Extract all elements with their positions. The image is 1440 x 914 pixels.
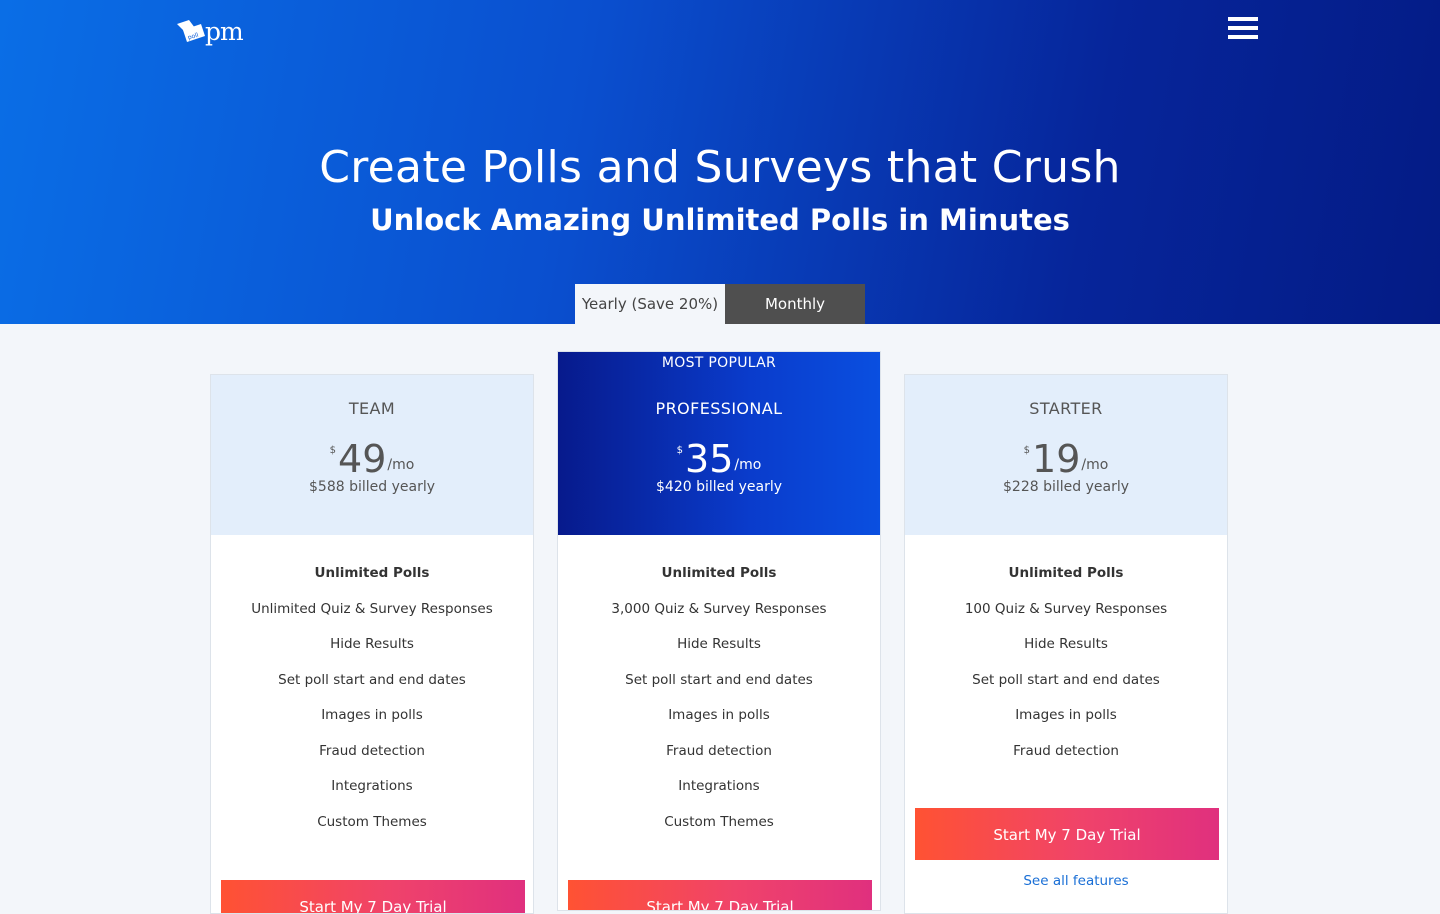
billing-yearly-option[interactable]: Yearly (Save 20%): [575, 284, 725, 324]
plan-header: STARTER $ 19 /mo $228 billed yearly: [905, 375, 1227, 535]
hero-section: poll pm Create Polls and Surveys that Cr…: [0, 0, 1440, 324]
price-period: /mo: [387, 457, 415, 473]
see-all-features-link[interactable]: See all features: [905, 873, 1227, 889]
feature-item: Fraud detection: [319, 742, 425, 759]
feature-item: Unlimited Quiz & Survey Responses: [251, 600, 493, 617]
billed-yearly-text: $588 billed yearly: [309, 479, 435, 495]
plan-name: STARTER: [1029, 399, 1103, 418]
feature-item: Unlimited Polls: [314, 565, 430, 581]
feature-item: Integrations: [331, 778, 413, 794]
price-amount: 19: [1032, 437, 1081, 481]
start-trial-button[interactable]: Start My 7 Day Trial: [221, 880, 525, 913]
feature-item: Unlimited Polls: [1008, 565, 1124, 581]
plan-header: MOST POPULAR PROFESSIONAL $ 35 /mo $420 …: [558, 352, 880, 535]
feature-item: Set poll start and end dates: [278, 671, 466, 688]
feature-list: Unlimited Polls 3,000 Quiz & Survey Resp…: [558, 563, 880, 847]
plan-card-team: TEAM $ 49 /mo $588 billed yearly Unlimit…: [210, 374, 534, 914]
feature-item: Hide Results: [330, 636, 414, 652]
start-trial-button[interactable]: Start My 7 Day Trial: [915, 808, 1219, 860]
feature-item: Fraud detection: [666, 742, 772, 759]
billing-toggle: Yearly (Save 20%) Monthly: [575, 284, 865, 324]
plan-card-professional: MOST POPULAR PROFESSIONAL $ 35 /mo $420 …: [557, 351, 881, 911]
price-currency: $: [1023, 445, 1031, 456]
logo-text: pm: [205, 17, 244, 46]
feature-item: Integrations: [678, 778, 760, 794]
feature-item: Images in polls: [1015, 707, 1117, 723]
hero-subtitle: Unlock Amazing Unlimited Polls in Minute…: [370, 203, 1070, 237]
billed-yearly-text: $420 billed yearly: [656, 479, 782, 495]
feature-item: Fraud detection: [1013, 742, 1119, 759]
price-period: /mo: [734, 457, 762, 473]
plan-price: $ 49 /mo: [211, 439, 533, 479]
feature-item: Hide Results: [677, 636, 761, 652]
price-amount: 49: [338, 437, 387, 481]
feature-item: Unlimited Polls: [661, 565, 777, 581]
start-trial-button[interactable]: Start My 7 Day Trial: [568, 880, 872, 910]
hero-title: Create Polls and Surveys that Crush: [319, 142, 1121, 193]
plan-name: PROFESSIONAL: [655, 399, 783, 418]
feature-item: 3,000 Quiz & Survey Responses: [611, 600, 827, 617]
feature-item: Set poll start and end dates: [972, 671, 1160, 688]
site-logo[interactable]: poll pm: [175, 16, 255, 48]
feature-item: Images in polls: [321, 707, 423, 723]
price-currency: $: [676, 445, 684, 456]
feature-item: Custom Themes: [664, 813, 774, 830]
price-period: /mo: [1081, 457, 1109, 473]
feature-item: Images in polls: [668, 707, 770, 723]
billing-monthly-option[interactable]: Monthly: [725, 284, 865, 324]
price-amount: 35: [685, 437, 734, 481]
plan-name: TEAM: [348, 399, 396, 418]
billed-yearly-text: $228 billed yearly: [1003, 479, 1129, 495]
hamburger-menu-icon[interactable]: [1228, 17, 1258, 41]
feature-item: Hide Results: [1024, 636, 1108, 652]
price-currency: $: [329, 445, 337, 456]
logo-mark-icon: poll: [177, 20, 205, 42]
most-popular-badge: MOST POPULAR: [661, 355, 777, 371]
feature-list: Unlimited Polls 100 Quiz & Survey Respon…: [905, 563, 1227, 776]
plan-card-starter: STARTER $ 19 /mo $228 billed yearly Unli…: [904, 374, 1228, 914]
plan-price: $ 19 /mo: [905, 439, 1227, 479]
feature-item: Custom Themes: [317, 813, 427, 830]
feature-item: 100 Quiz & Survey Responses: [964, 600, 1168, 617]
feature-item: Set poll start and end dates: [625, 671, 813, 688]
plan-price: $ 35 /mo: [558, 439, 880, 479]
plan-header: TEAM $ 49 /mo $588 billed yearly: [211, 375, 533, 535]
feature-list: Unlimited Polls Unlimited Quiz & Survey …: [211, 563, 533, 847]
